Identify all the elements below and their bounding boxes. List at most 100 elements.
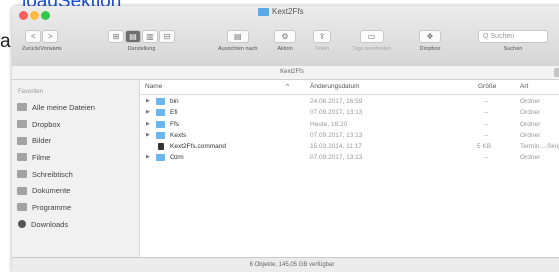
file-name: Ffs [170, 120, 180, 128]
sidebar-item-documents[interactable]: Dokumente [12, 182, 139, 199]
applications-icon [17, 203, 27, 212]
dropbox-icon: ❖ [426, 32, 434, 41]
toolbar-dropbox: ❖ Dropbox [419, 30, 441, 52]
sort-indicator-icon: ^ [286, 83, 290, 90]
maximize-window-button[interactable] [41, 11, 50, 20]
sidebar-item-label: Bilder [32, 136, 52, 146]
sidebar-item-label: Programme [32, 202, 72, 212]
dropbox-caption: Dropbox [419, 46, 441, 52]
sidebar-item-pictures[interactable]: Bilder [12, 132, 139, 149]
share-icon: ⇪ [318, 32, 326, 41]
status-text: 6 Objekte, 145,05 GB verfügbar [249, 262, 335, 268]
column-header-size[interactable]: Größe [478, 83, 496, 90]
column-header-date[interactable]: Änderungsdatum [310, 83, 360, 90]
column-header-name[interactable]: Name [145, 83, 162, 90]
sidebar-item-movies[interactable]: Filme [12, 149, 139, 166]
gear-icon: ⚙ [281, 32, 289, 41]
action-button[interactable]: ⚙ [274, 30, 296, 43]
pictures-icon [17, 136, 27, 145]
file-row-efi[interactable]: ▶ Efi 07.09.2017, 13:13 -- Ordner [140, 107, 559, 118]
column-header-row: Name ^ Änderungsdatum Größe Art [140, 80, 559, 95]
sidebar-item-desktop[interactable]: Schreibtisch [12, 166, 139, 183]
downloads-icon [18, 220, 26, 229]
terminal-script-icon [158, 143, 164, 151]
file-name: Efi [170, 109, 178, 117]
file-row-ozm[interactable]: ▶ Ozm 07.09.2017, 13:13 -- Ordner [140, 152, 559, 163]
disclosure-triangle-icon[interactable]: ▶ [146, 132, 150, 138]
disclosure-triangle-icon[interactable]: ▶ [146, 121, 150, 127]
file-size: -- [484, 98, 489, 105]
file-date: 24.08.2017, 16:59 [310, 98, 363, 105]
action-caption: Aktion [277, 46, 293, 52]
disclosure-triangle-icon[interactable]: ▶ [146, 98, 150, 104]
gallery-view-button[interactable]: ⊟ [159, 30, 175, 43]
close-window-button[interactable] [19, 11, 28, 20]
disclosure-triangle-icon[interactable]: ▶ [146, 154, 150, 160]
tag-icon: ▭ [367, 32, 376, 41]
file-row-bin[interactable]: ▶ bin 24.08.2017, 16:59 -- Ordner [140, 96, 559, 107]
documents-icon [17, 186, 27, 195]
file-date: 07.09.2017, 13:13 [310, 109, 363, 117]
file-date: Heute, 16:20 [310, 120, 348, 128]
toolbar-share: ⇪ Teilen [313, 30, 331, 52]
sidebar-item-all-files[interactable]: Alle meine Dateien [12, 99, 139, 116]
desktop-icon [17, 170, 27, 179]
file-kind: Termin...-Skript [520, 143, 559, 151]
folder-icon [156, 109, 165, 117]
arrange-button[interactable]: ▤ [226, 30, 249, 43]
column-view-button[interactable]: ▥ [142, 30, 158, 43]
toolbar-nav: < > Zurück/Vorwärts [22, 30, 62, 52]
sidebar-item-label: Downloads [31, 219, 69, 229]
tags-caption: Tags bearbeiten [352, 46, 392, 52]
movies-icon [17, 153, 27, 162]
folder-icon [156, 154, 165, 162]
sidebar-item-applications[interactable]: Programme [12, 199, 139, 216]
toolbar-action: ⚙ Aktion [274, 30, 296, 52]
file-size: -- [484, 154, 489, 162]
nav-caption: Zurück/Vorwärts [22, 46, 62, 52]
file-date: 07.09.2017, 13:13 [310, 131, 363, 139]
finder-window: Kext2Ffs < > Zurück/Vorwärts ⊞ ▤ ▥ ⊟ Dar… [12, 6, 559, 272]
file-row-kexts[interactable]: ▶ Kexts 07.09.2017, 13:13 -- Ordner [140, 130, 559, 141]
sidebar-list: Alle meine Dateien Dropbox Bilder Filme … [12, 99, 139, 233]
icon-view-button[interactable]: ⊞ [108, 30, 124, 43]
column-header-kind[interactable]: Art [520, 83, 528, 90]
file-kind: Ordner [520, 120, 541, 128]
all-files-icon [17, 103, 27, 112]
window-title-text: Kext2Ffs [272, 7, 304, 16]
disclosure-triangle-icon[interactable]: ▶ [146, 109, 150, 115]
sidebar-item-dropbox[interactable]: Dropbox [12, 116, 139, 133]
window-title: Kext2Ffs [258, 7, 304, 16]
forward-button[interactable]: > [42, 30, 59, 43]
file-size: -- [484, 131, 489, 139]
file-kind: Ordner [520, 109, 541, 117]
share-button[interactable]: ⇪ [313, 30, 331, 43]
path-label: Kext2Ffs [280, 69, 304, 75]
sidebar-item-downloads[interactable]: Downloads [12, 216, 139, 233]
add-tab-button[interactable]: + [554, 68, 559, 77]
dropbox-button[interactable]: ❖ [419, 30, 441, 43]
sidebar-item-label: Dropbox [32, 119, 61, 129]
file-row-ffs[interactable]: ▶ Ffs Heute, 16:20 -- Ordner [140, 119, 559, 130]
toolbar-tags: ▭ Tags bearbeiten [352, 30, 391, 52]
back-button[interactable]: < [25, 30, 42, 43]
search-caption: Suchen [503, 46, 523, 52]
edit-tags-button[interactable]: ▭ [359, 30, 384, 43]
path-bar: Kext2Ffs + [12, 66, 559, 80]
toolbar-view: ⊞ ▤ ▥ ⊟ Darstellung [108, 30, 175, 52]
file-name: Kexts [170, 131, 187, 139]
sidebar: Favoriten Alle meine Dateien Dropbox Bil… [12, 80, 140, 272]
toolbar-search: Q Suchen Suchen [478, 30, 548, 52]
file-size: -- [484, 120, 489, 128]
file-size: 5 KB [477, 143, 492, 151]
file-kind: Ordner [520, 98, 541, 105]
sidebar-header: Favoriten [18, 89, 44, 95]
file-row-command[interactable]: Kext2Ffs.command 15.03.2014, 11:17 5 KB … [140, 141, 559, 152]
minimize-window-button[interactable] [30, 11, 39, 20]
list-view-button[interactable]: ▤ [125, 30, 141, 43]
folder-icon [156, 120, 165, 128]
file-name: Ozm [170, 154, 184, 162]
dropbox-folder-icon [17, 120, 27, 129]
file-size: -- [484, 109, 489, 117]
search-input[interactable]: Q Suchen [478, 30, 548, 43]
